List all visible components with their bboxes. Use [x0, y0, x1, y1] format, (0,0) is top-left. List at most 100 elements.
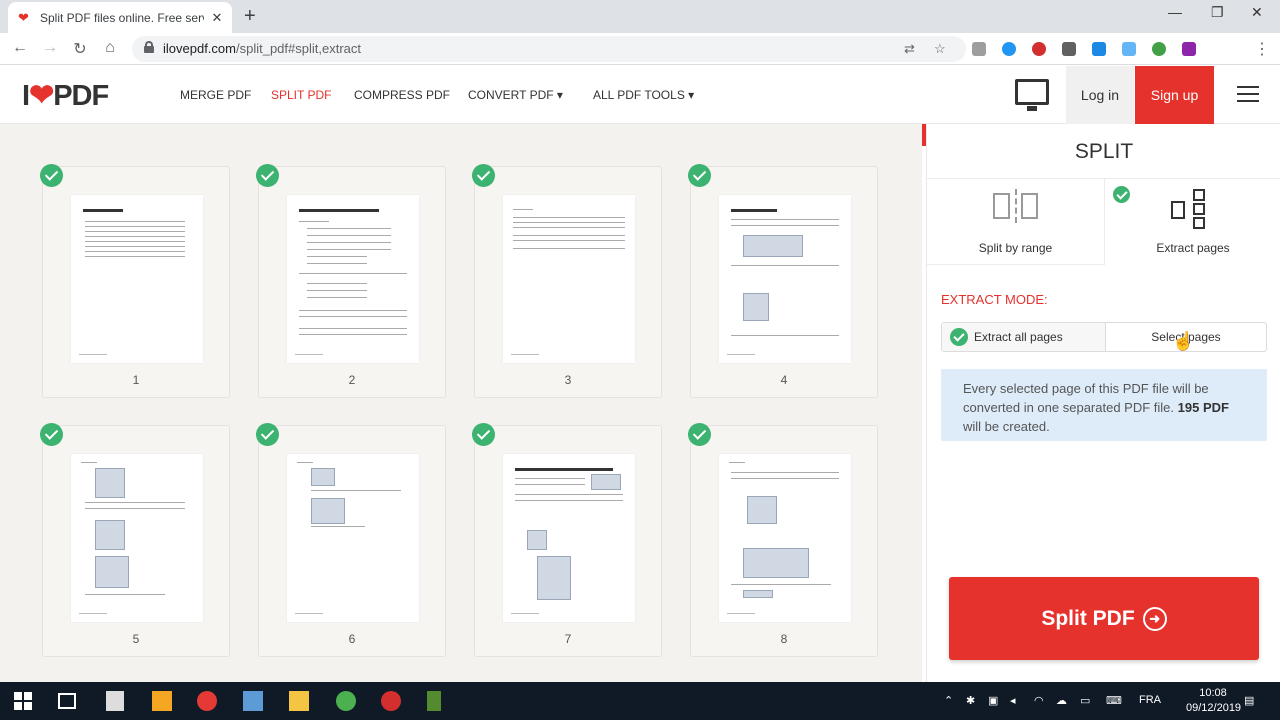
page-card-5[interactable]: 5: [42, 425, 230, 657]
tray-wifi-icon[interactable]: ◠: [1034, 694, 1044, 707]
nav-all-pdf-tools[interactable]: ALL PDF TOOLS ▾: [593, 88, 694, 102]
tray-onedrive-icon[interactable]: ☁: [1056, 694, 1067, 707]
extension-translate-icon[interactable]: [1122, 42, 1136, 56]
page-selected-check-icon[interactable]: [472, 423, 495, 446]
split-range-icon: [993, 189, 1039, 223]
page-selected-check-icon[interactable]: [40, 423, 63, 446]
extension-purple-icon[interactable]: [1182, 42, 1196, 56]
page-selected-check-icon[interactable]: [688, 164, 711, 187]
pages-grid: 1 2 3 4 5 6 7 8: [0, 124, 922, 682]
split-pdf-button[interactable]: Split PDF ➜: [949, 577, 1259, 660]
tray-chevron-icon[interactable]: ⌃: [944, 694, 953, 707]
page-number: 5: [132, 632, 140, 646]
page-selected-check-icon[interactable]: [472, 164, 495, 187]
clock-date: 09/12/2019: [1186, 702, 1242, 714]
extract-pages-option[interactable]: Extract pages: [1105, 179, 1280, 265]
login-button[interactable]: Log in: [1066, 66, 1134, 124]
app-window-icon[interactable]: [243, 691, 263, 711]
wps-icon[interactable]: [197, 691, 217, 711]
restore-icon[interactable]: ❐: [1211, 4, 1224, 21]
page-thumbnail: [503, 195, 635, 363]
url-host: ilovepdf.com: [163, 41, 236, 56]
tray-keyboard-icon[interactable]: ⌨: [1106, 694, 1122, 707]
extension-adblock-icon[interactable]: [1032, 42, 1046, 56]
page-selected-check-icon[interactable]: [256, 164, 279, 187]
url-path: /split_pdf#split,extract: [235, 41, 361, 56]
forward-icon[interactable]: →: [40, 39, 60, 57]
mouse-cursor-icon: ☝: [1172, 331, 1195, 351]
window-close-icon[interactable]: ✕: [1251, 4, 1263, 21]
chrome-second-icon[interactable]: [381, 691, 401, 711]
page-thumbnail: [71, 454, 203, 622]
page-number: 6: [348, 632, 356, 646]
page-thumbnail: [719, 195, 851, 363]
info-pdf-count: 195 PDF: [1177, 400, 1229, 415]
split-pdf-label: Split PDF: [1041, 607, 1135, 630]
tray-clock[interactable]: 10:08 09/12/2019: [1186, 686, 1242, 716]
extension-check-icon[interactable]: [1092, 42, 1106, 56]
check-icon: [950, 328, 968, 346]
new-tab-button[interactable]: +: [244, 5, 256, 28]
extension-shield-icon[interactable]: [1062, 42, 1076, 56]
extension-blue-icon[interactable]: [1002, 42, 1016, 56]
tray-volume-icon[interactable]: ◂: [1010, 694, 1016, 707]
page-number: 1: [132, 373, 140, 387]
chrome-taskbar-icon[interactable]: [336, 691, 356, 711]
page-selected-check-icon[interactable]: [40, 164, 63, 187]
info-box: Every selected page of this PDF file wil…: [941, 369, 1267, 441]
page-card-6[interactable]: 6: [258, 425, 446, 657]
page-card-7[interactable]: 7: [474, 425, 662, 657]
tab-close-icon[interactable]: ✕: [210, 10, 224, 26]
nav-compress-pdf[interactable]: COMPRESS PDF: [354, 88, 450, 102]
page-card-4[interactable]: 4: [690, 166, 878, 398]
extract-all-pages-option[interactable]: Extract all pages: [942, 323, 1106, 351]
action-center-icon[interactable]: ▤: [1244, 694, 1254, 707]
app-leaf-icon[interactable]: [427, 691, 441, 711]
calculator-icon[interactable]: [106, 691, 124, 711]
nav-convert-pdf[interactable]: CONVERT PDF ▾: [468, 88, 563, 102]
home-icon[interactable]: ⌂: [100, 39, 120, 57]
page-selected-check-icon[interactable]: [688, 423, 711, 446]
back-icon[interactable]: ←: [10, 39, 30, 57]
page-number: 4: [780, 373, 788, 387]
tray-language[interactable]: FRA: [1139, 694, 1161, 706]
file-explorer-icon[interactable]: [289, 691, 309, 711]
tray-bluetooth-icon[interactable]: ✱: [966, 694, 975, 707]
extension-drive-icon[interactable]: [972, 42, 986, 56]
page-card-2[interactable]: 2: [258, 166, 446, 398]
clock-time: 10:08: [1199, 687, 1227, 699]
page-card-3[interactable]: 3: [474, 166, 662, 398]
address-bar[interactable]: ilovepdf.com/split_pdf#split,extract ⇄ ☆: [132, 36, 966, 62]
reload-icon[interactable]: ↻: [70, 39, 90, 59]
page-card-8[interactable]: 8: [690, 425, 878, 657]
translate-icon[interactable]: ⇄: [904, 41, 915, 57]
windows-start-icon[interactable]: [14, 692, 34, 712]
mode-selected-check-icon: [1113, 186, 1130, 203]
info-line-1: Every selected page of this PDF file wil…: [963, 381, 1209, 415]
minimize-icon[interactable]: —: [1168, 4, 1182, 20]
nav-split-pdf[interactable]: SPLIT PDF: [271, 88, 331, 102]
tab-title: Split PDF files online. Free service: [40, 10, 204, 25]
signup-button[interactable]: Sign up: [1135, 66, 1214, 124]
page-number: 3: [564, 373, 572, 387]
browser-toolbar: ← → ↻ ⌂ ilovepdf.com/split_pdf#split,ext…: [0, 33, 1280, 65]
page-number: 8: [780, 632, 788, 646]
browser-tab[interactable]: ❤ Split PDF files online. Free service ✕: [8, 2, 232, 33]
task-view-icon[interactable]: [58, 693, 76, 709]
extension-green-icon[interactable]: [1152, 42, 1166, 56]
sticky-app-icon[interactable]: [152, 691, 172, 711]
nav-merge-pdf[interactable]: MERGE PDF: [180, 88, 251, 102]
chrome-menu-icon[interactable]: ⋮: [1252, 39, 1272, 59]
tray-app-icon[interactable]: ▣: [988, 694, 998, 707]
sidebar-title: SPLIT: [1074, 140, 1134, 163]
tray-network-icon[interactable]: ▭: [1080, 694, 1090, 707]
menu-icon[interactable]: [1237, 86, 1259, 103]
bookmark-star-icon[interactable]: ☆: [934, 41, 946, 57]
ilovepdf-logo[interactable]: I❤PDF: [22, 78, 109, 113]
page-card-1[interactable]: 1: [42, 166, 230, 398]
logo-heart-icon: ❤: [29, 79, 54, 112]
split-by-range-option[interactable]: Split by range: [927, 179, 1105, 265]
browser-tab-strip: ❤ Split PDF files online. Free service ✕…: [0, 0, 1280, 33]
page-selected-check-icon[interactable]: [256, 423, 279, 446]
desktop-app-icon[interactable]: [1015, 79, 1049, 111]
